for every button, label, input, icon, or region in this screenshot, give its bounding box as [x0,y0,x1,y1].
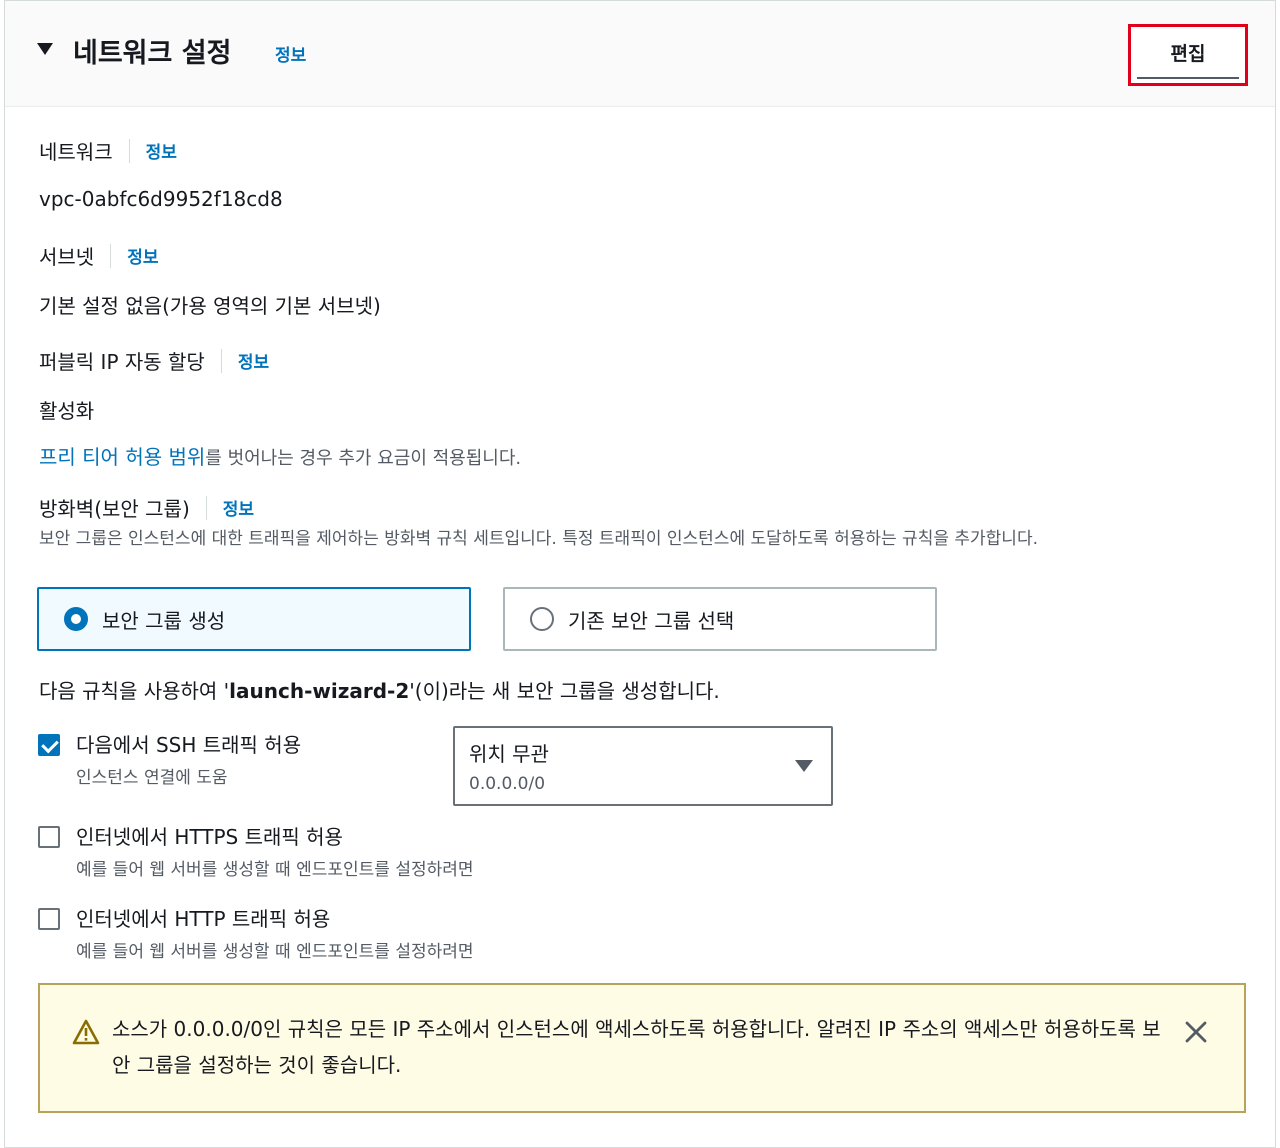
network-label: 네트워크 [39,140,113,164]
close-icon[interactable] [1183,1019,1209,1045]
free-tier-note: 프리 티어 허용 범위를 벗어나는 경우 추가 요금이 적용됩니다. [39,444,521,472]
subnet-info-link[interactable]: 정보 [127,243,158,268]
subnet-value: 기본 설정 없음(가용 영역의 기본 서브넷) [39,294,381,318]
http-rule-label: 인터넷에서 HTTP 트래픽 허용 [76,907,331,931]
rule-text-prefix: 다음 규칙을 사용하여 ' [39,679,230,703]
select-existing-security-group-option[interactable]: 기존 보안 그룹 선택 [503,587,937,651]
http-rule-desc: 예를 들어 웹 서버를 생성할 때 엔드포인트를 설정하려면 [76,942,474,962]
https-rule-desc: 예를 들어 웹 서버를 생성할 때 엔드포인트를 설정하려면 [76,860,474,880]
warning-text: 소스가 0.0.0.0/0인 규칙은 모든 IP 주소에서 인스턴스에 액세스하… [112,1017,1161,1077]
ssh-source-select[interactable]: 위치 무관 0.0.0.0/0 [453,726,833,806]
public-ip-label-row: 퍼블릭 IP 자동 할당 정보 [39,346,269,375]
divider [220,348,222,373]
http-checkbox[interactable] [38,908,60,930]
warning-icon [72,1019,100,1045]
network-value: vpc-0abfc6d9952f18cd8 [39,187,283,211]
free-tier-note-text: 를 벗어나는 경우 추가 요금이 적용됩니다. [205,448,522,469]
firewall-description: 보안 그룹은 인스턴스에 대한 트래픽을 제어하는 방화벽 규칙 세트입니다. … [39,529,1038,549]
collapse-caret-icon[interactable] [37,43,53,55]
network-label-row: 네트워크 정보 [39,136,177,165]
create-security-group-option[interactable]: 보안 그룹 생성 [37,587,471,651]
divider [128,138,130,163]
dropdown-arrow-icon [795,760,813,772]
header-info-link[interactable]: 정보 [275,41,306,66]
https-rule-label: 인터넷에서 HTTPS 트래픽 허용 [76,825,343,849]
ssh-source-cidr: 0.0.0.0/0 [469,774,546,794]
ssh-source-value: 위치 무관 [469,742,549,766]
create-security-group-label: 보안 그룹 생성 [102,608,226,633]
ssh-rule-label: 다음에서 SSH 트래픽 허용 [76,733,302,757]
firewall-label: 방화벽(보안 그룹) [39,497,190,521]
ssh-checkbox[interactable] [38,734,60,756]
warning-alert: 소스가 0.0.0.0/0인 규칙은 모든 IP 주소에서 인스턴스에 액세스하… [38,983,1246,1113]
subnet-label-row: 서브넷 정보 [39,241,158,270]
network-settings-panel: 네트워크 설정 정보 편집 네트워크 정보 vpc-0abfc6d9952f18… [4,0,1276,1148]
free-tier-link[interactable]: 프리 티어 허용 범위 [39,445,205,469]
divider [205,495,207,520]
security-group-name: launch-wizard-2 [229,679,410,703]
https-checkbox[interactable] [38,826,60,848]
radio-unselected-icon[interactable] [530,607,554,631]
firewall-info-link[interactable]: 정보 [223,495,254,520]
public-ip-info-link[interactable]: 정보 [238,348,269,373]
divider [110,243,112,268]
new-security-group-text: 다음 규칙을 사용하여 'launch-wizard-2'(이)라는 새 보안 … [39,675,720,704]
network-info-link[interactable]: 정보 [146,138,177,163]
public-ip-value: 활성화 [39,399,95,423]
select-existing-security-group-label: 기존 보안 그룹 선택 [568,608,735,633]
rule-text-suffix: '(이)라는 새 보안 그룹을 생성합니다. [409,679,720,703]
public-ip-label: 퍼블릭 IP 자동 할당 [39,350,205,374]
page-title: 네트워크 설정 [73,38,232,69]
panel-header: 네트워크 설정 정보 편집 [5,1,1275,107]
ssh-rule-desc: 인스턴스 연결에 도움 [76,768,228,788]
subnet-label: 서브넷 [39,245,95,269]
firewall-label-row: 방화벽(보안 그룹) 정보 [39,493,254,522]
edit-button[interactable]: 편집 [1128,24,1248,86]
radio-selected-icon[interactable] [64,607,88,631]
